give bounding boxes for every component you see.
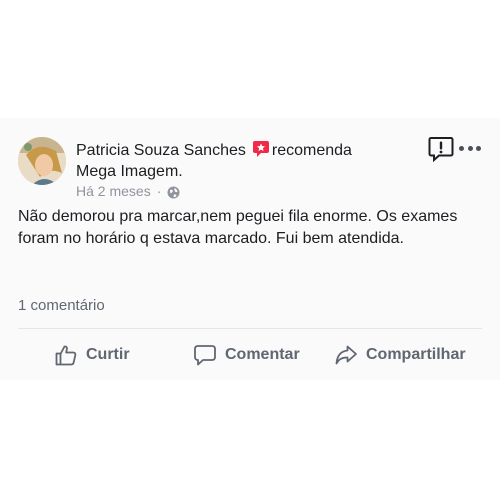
recommendation-post: Patricia Souza Sanches recomenda Mega Ima…: [0, 118, 500, 380]
comments-count-link[interactable]: 1 comentário: [18, 296, 105, 316]
avatar[interactable]: [18, 137, 66, 185]
thumbs-up-icon: [54, 343, 78, 367]
page-name-link[interactable]: Mega Imagem.: [76, 163, 183, 180]
author-name[interactable]: Patricia Souza Sanches: [76, 142, 246, 159]
like-label: Curtir: [86, 346, 130, 363]
globe-icon: [167, 185, 180, 198]
recommend-verb: recomenda: [271, 142, 352, 159]
post-meta: Há 2 meses ·: [76, 182, 180, 200]
meta-separator: ·: [156, 183, 162, 199]
like-button[interactable]: Curtir: [54, 340, 130, 370]
report-exclamation-icon[interactable]: [428, 136, 454, 163]
share-button[interactable]: Compartilhar: [334, 340, 466, 370]
post-time[interactable]: Há 2 meses: [76, 182, 151, 200]
comment-bubble-icon: [193, 343, 217, 367]
comment-button[interactable]: Comentar: [193, 340, 300, 370]
share-label: Compartilhar: [366, 346, 466, 363]
post-header-line-1: Patricia Souza Sanches recomenda: [76, 140, 352, 161]
recommend-star-icon: [252, 140, 270, 158]
share-arrow-icon: [334, 343, 358, 367]
post-header-line-2: Mega Imagem.: [76, 162, 183, 182]
avatar-photo: [18, 137, 66, 185]
comment-label: Comentar: [225, 346, 300, 363]
more-options-icon[interactable]: [459, 146, 481, 152]
divider: [18, 328, 482, 329]
post-text: Não demorou pra marcar,nem peguei fila e…: [18, 208, 458, 247]
action-bar: Curtir Comentar Compartilhar: [0, 340, 500, 370]
